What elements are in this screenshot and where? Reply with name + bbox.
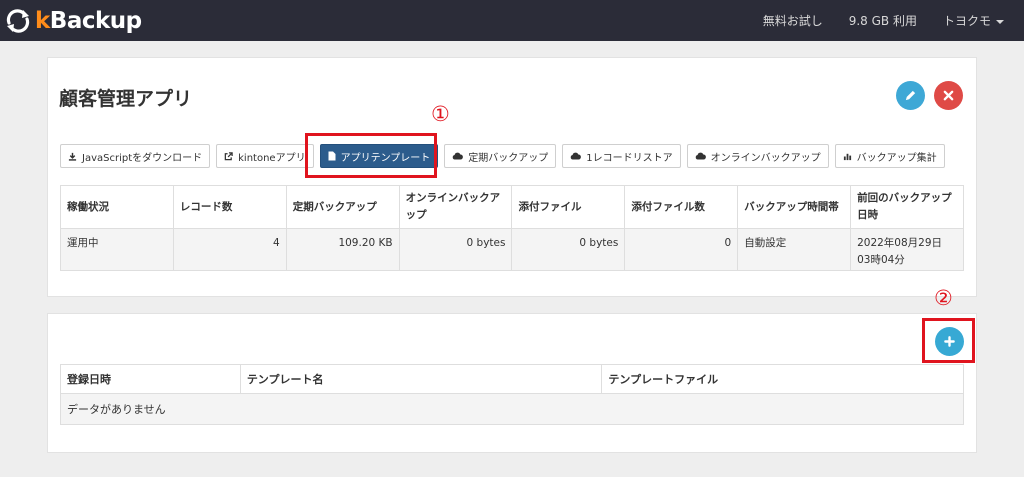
table-header-row: 稼働状況 レコード数 定期バックアップ オンラインバックアップ 添付ファイル 添… (60, 185, 964, 229)
header-cell: 定期バックアップ (285, 185, 400, 229)
close-icon (943, 90, 954, 101)
backup-time-cell: 自動設定 (737, 228, 852, 271)
annotation-number-2: ② (934, 286, 953, 310)
nav-right: 無料お試し 9.8 GB 利用 トヨクモ (737, 0, 1004, 41)
table-row: データがありません (60, 393, 964, 425)
header-cell: 稼働状況 (60, 185, 174, 229)
scheduled-backup-size-cell: 109.20 KB (285, 228, 400, 271)
delete-button[interactable] (934, 81, 963, 110)
cloud-icon (453, 152, 464, 160)
app-toolbar: JavaScriptをダウンロード kintoneアプリ アプリテンプレート 定… (60, 144, 951, 168)
scheduled-backup-button[interactable]: 定期バックアップ (444, 144, 557, 168)
user-name: トヨクモ (942, 14, 991, 28)
cloud-icon (695, 152, 706, 160)
sync-arrows-icon (6, 9, 30, 33)
record-count-cell: 4 (172, 228, 287, 271)
backup-summary-button[interactable]: バックアップ集計 (834, 144, 945, 168)
table-header-row: 登録日時 テンプレート名 テンプレートファイル (60, 364, 964, 394)
header-cell: テンプレート名 (239, 364, 603, 394)
kintone-app-button[interactable]: kintoneアプリ (216, 144, 314, 168)
free-trial-link[interactable]: 無料お試し (763, 12, 823, 29)
last-backup-cell: 2022年08月29日 03時04分 (850, 228, 964, 271)
header-cell: バックアップ時間帯 (737, 185, 852, 229)
header-cell: 添付ファイル (511, 185, 626, 229)
storage-usage: 9.8 GB 利用 (848, 14, 917, 28)
navbar: kBackup 無料お試し 9.8 GB 利用 トヨクモ (0, 0, 1024, 41)
empty-message: データがありません (60, 393, 964, 425)
header-cell: 前回のバックアップ日時 (850, 185, 964, 229)
bar-chart-icon (843, 153, 851, 160)
pencil-icon (905, 90, 916, 101)
header-cell: オンラインバックアップ (398, 185, 513, 229)
brand-name: kBackup (35, 8, 142, 34)
brand-logo[interactable]: kBackup (4, 6, 142, 36)
online-backup-size-cell: 0 bytes (398, 228, 513, 271)
caret-down-icon (996, 19, 1004, 24)
download-js-button[interactable]: JavaScriptをダウンロード (60, 144, 211, 168)
attachment-count-cell: 0 (624, 228, 739, 271)
table-row: 運用中 4 109.20 KB 0 bytes 0 bytes 0 自動設定 2… (60, 228, 964, 271)
download-icon (68, 152, 77, 161)
user-menu[interactable]: トヨクモ (943, 12, 1004, 29)
annotation-number-1: ① (431, 102, 450, 126)
status-cell: 運用中 (60, 228, 174, 271)
attachment-size-cell: 0 bytes (511, 228, 626, 271)
annotation-box-2 (922, 318, 975, 363)
backup-status-table: 稼働状況 レコード数 定期バックアップ オンラインバックアップ 添付ファイル 添… (60, 185, 964, 271)
header-cell: 添付ファイル数 (624, 185, 739, 229)
external-link-icon (224, 151, 233, 160)
edit-button[interactable] (896, 81, 925, 110)
online-backup-button[interactable]: オンラインバックアップ (686, 144, 829, 168)
annotation-box-1 (305, 133, 437, 178)
page-title: 顧客管理アプリ (59, 88, 193, 110)
header-cell: レコード数 (172, 185, 287, 229)
one-record-restore-button[interactable]: 1レコードリストア (562, 144, 681, 168)
cloud-icon (571, 152, 582, 160)
header-cell: 登録日時 (60, 364, 241, 394)
template-table: 登録日時 テンプレート名 テンプレートファイル データがありません (60, 364, 964, 425)
header-cell: テンプレートファイル (601, 364, 964, 394)
